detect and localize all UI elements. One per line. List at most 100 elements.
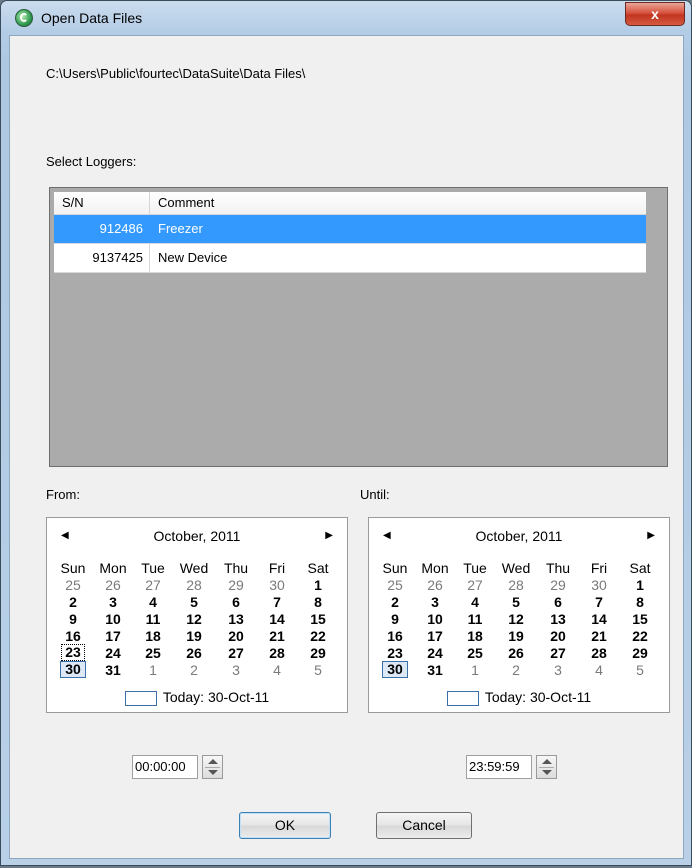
calendar-day[interactable]: 18 [133,627,173,644]
cancel-button[interactable]: Cancel [376,812,472,839]
calendar-day[interactable]: 5 [173,593,215,610]
logger-row[interactable]: 912486 Freezer [54,215,646,244]
calendar-day[interactable]: 22 [619,627,661,644]
calendar-day[interactable]: 24 [93,644,133,661]
calendar-day[interactable]: 1 [297,576,339,593]
calendar-day[interactable]: 14 [579,610,619,627]
calendar-day[interactable]: 5 [297,661,339,678]
calendar-day[interactable]: 2 [173,661,215,678]
calendar-day[interactable]: 28 [495,576,537,593]
calendar-day[interactable]: 15 [297,610,339,627]
calendar-day[interactable]: 19 [495,627,537,644]
until-calendar-month[interactable]: October, 2011 [369,528,669,544]
calendar-day[interactable]: 15 [619,610,661,627]
calendar-day[interactable]: 28 [257,644,297,661]
calendar-day-today[interactable]: 30 [53,661,93,678]
calendar-day[interactable]: 1 [133,661,173,678]
calendar-day[interactable]: 21 [579,627,619,644]
calendar-day[interactable]: 3 [415,593,455,610]
from-time-spinner[interactable] [202,755,223,779]
calendar-day[interactable]: 31 [93,661,133,678]
column-header-comment[interactable]: Comment [150,192,646,214]
from-time-input[interactable]: 00:00:00 [132,755,198,779]
calendar-day[interactable]: 17 [415,627,455,644]
calendar-day[interactable]: 29 [215,576,257,593]
calendar-day[interactable]: 10 [415,610,455,627]
calendar-day[interactable]: 16 [53,627,93,644]
calendar-day[interactable]: 20 [215,627,257,644]
calendar-day[interactable]: 30 [257,576,297,593]
calendar-day[interactable]: 5 [619,661,661,678]
calendar-day[interactable]: 14 [257,610,297,627]
calendar-day[interactable]: 29 [619,644,661,661]
calendar-day[interactable]: 9 [375,610,415,627]
calendar-day[interactable]: 25 [375,576,415,593]
calendar-day[interactable]: 31 [415,661,455,678]
calendar-day[interactable]: 21 [257,627,297,644]
calendar-day[interactable]: 25 [133,644,173,661]
calendar-day[interactable]: 12 [495,610,537,627]
spin-up-icon[interactable] [208,759,218,764]
calendar-day[interactable]: 6 [215,593,257,610]
column-header-sn[interactable]: S/N [54,192,150,214]
calendar-day[interactable]: 27 [537,644,579,661]
calendar-day[interactable]: 1 [455,661,495,678]
calendar-day[interactable]: 18 [455,627,495,644]
calendar-day[interactable]: 25 [455,644,495,661]
calendar-day[interactable]: 28 [579,644,619,661]
until-today-link[interactable]: Today: 30-Oct-11 [369,689,669,706]
calendar-day[interactable]: 19 [173,627,215,644]
calendar-day[interactable]: 30 [579,576,619,593]
calendar-day[interactable]: 1 [619,576,661,593]
calendar-day[interactable]: 27 [455,576,495,593]
calendar-day[interactable]: 2 [53,593,93,610]
calendar-day[interactable]: 26 [495,644,537,661]
calendar-day[interactable]: 24 [415,644,455,661]
close-button[interactable]: x [625,2,685,26]
calendar-day[interactable]: 4 [133,593,173,610]
calendar-day[interactable]: 2 [375,593,415,610]
calendar-day[interactable]: 12 [173,610,215,627]
calendar-day[interactable]: 29 [297,644,339,661]
from-today-link[interactable]: Today: 30-Oct-11 [47,689,347,706]
calendar-day[interactable]: 4 [579,661,619,678]
calendar-day[interactable]: 7 [579,593,619,610]
right-arrow-icon[interactable]: ▶ [647,530,655,541]
right-arrow-icon[interactable]: ▶ [325,530,333,541]
calendar-day[interactable]: 20 [537,627,579,644]
calendar-day[interactable]: 27 [133,576,173,593]
calendar-day[interactable]: 4 [455,593,495,610]
from-calendar-month[interactable]: October, 2011 [47,528,347,544]
calendar-day[interactable]: 13 [215,610,257,627]
calendar-day[interactable]: 3 [215,661,257,678]
calendar-day[interactable]: 5 [495,593,537,610]
spin-down-icon[interactable] [208,770,218,775]
calendar-day[interactable]: 11 [455,610,495,627]
ok-button[interactable]: OK [239,812,331,839]
calendar-day-today[interactable]: 30 [375,661,415,678]
calendar-day[interactable]: 13 [537,610,579,627]
logger-row[interactable]: 9137425 New Device [54,244,646,273]
calendar-day[interactable]: 23 [375,644,415,661]
calendar-day[interactable]: 8 [619,593,661,610]
spin-down-icon[interactable] [542,770,552,775]
until-time-input[interactable]: 23:59:59 [466,755,532,779]
calendar-day[interactable]: 9 [53,610,93,627]
calendar-day-focused[interactable]: 23 [53,644,93,661]
calendar-day[interactable]: 26 [93,576,133,593]
calendar-day[interactable]: 16 [375,627,415,644]
calendar-day[interactable]: 25 [53,576,93,593]
calendar-day[interactable]: 17 [93,627,133,644]
spin-up-icon[interactable] [542,759,552,764]
calendar-day[interactable]: 28 [173,576,215,593]
calendar-day[interactable]: 4 [257,661,297,678]
calendar-day[interactable]: 10 [93,610,133,627]
calendar-day[interactable]: 27 [215,644,257,661]
calendar-day[interactable]: 7 [257,593,297,610]
calendar-day[interactable]: 3 [93,593,133,610]
calendar-day[interactable]: 29 [537,576,579,593]
calendar-day[interactable]: 8 [297,593,339,610]
calendar-day[interactable]: 11 [133,610,173,627]
loggers-grid[interactable]: S/N Comment 912486 Freezer 9137425 New D… [49,187,668,467]
calendar-day[interactable]: 2 [495,661,537,678]
